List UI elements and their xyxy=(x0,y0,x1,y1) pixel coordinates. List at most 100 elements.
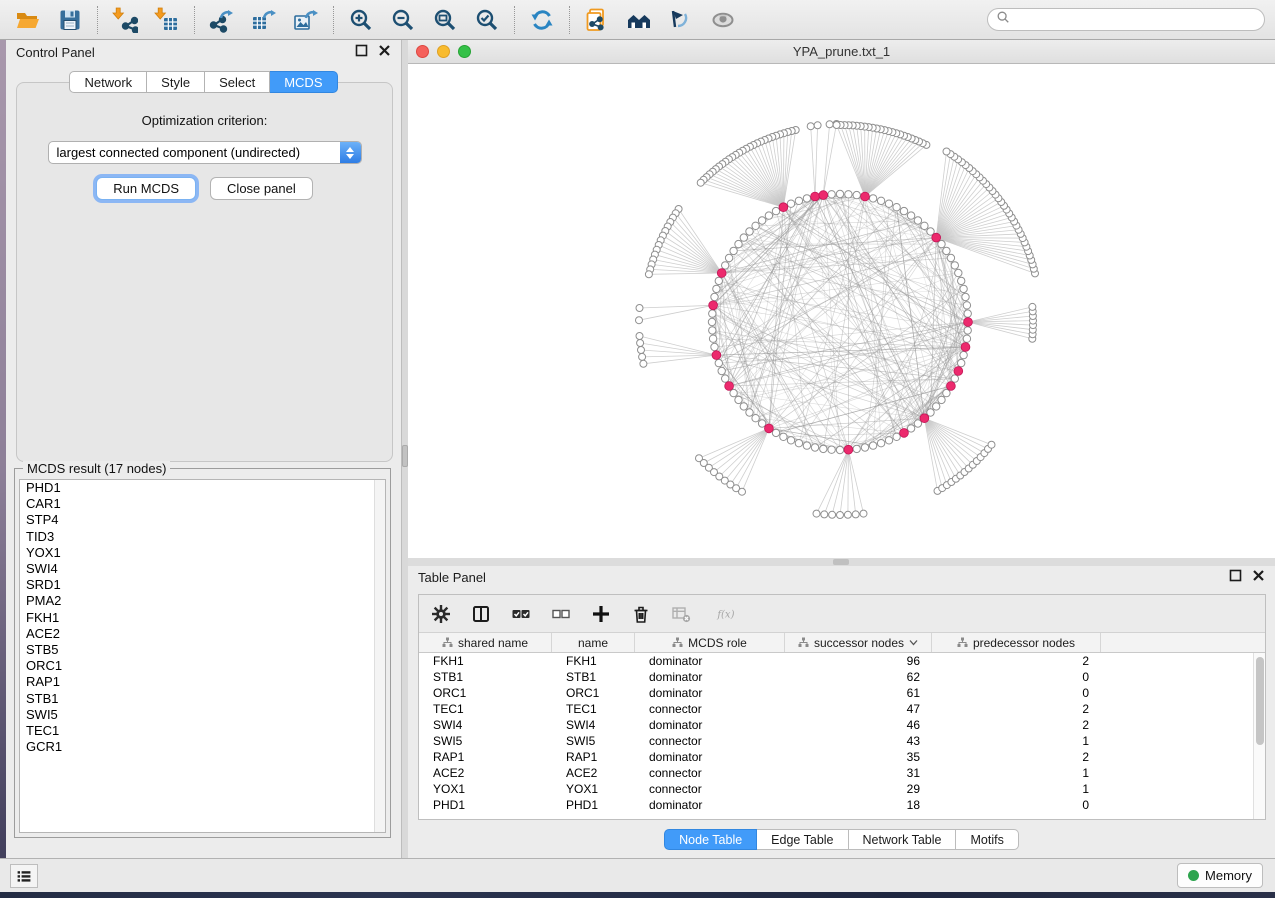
tab-network-table[interactable]: Network Table xyxy=(849,829,957,850)
export-table-icon[interactable] xyxy=(246,4,282,36)
zoom-fit-icon[interactable] xyxy=(427,4,463,36)
export-network-icon[interactable] xyxy=(204,4,240,36)
tab-node-table[interactable]: Node Table xyxy=(664,829,757,850)
cell-shared-name[interactable]: SWI4 xyxy=(419,717,552,733)
network-canvas[interactable] xyxy=(408,64,1275,558)
cell-name[interactable]: SWI4 xyxy=(552,717,635,733)
cell-MCDS-role[interactable]: connector xyxy=(635,765,785,781)
cell-MCDS-role[interactable]: connector xyxy=(635,701,785,717)
memory-button[interactable]: Memory xyxy=(1177,863,1263,888)
cell-name[interactable]: RAP1 xyxy=(552,749,635,765)
import-network-icon[interactable] xyxy=(107,4,143,36)
cell-name[interactable]: PHD1 xyxy=(552,797,635,813)
mcds-result-item[interactable]: SWI5 xyxy=(20,707,385,723)
cell-name[interactable]: SWI5 xyxy=(552,733,635,749)
cell-MCDS-role[interactable]: connector xyxy=(635,733,785,749)
mcds-result-item[interactable]: TEC1 xyxy=(20,723,385,739)
cell-successor-nodes[interactable]: 31 xyxy=(785,765,932,781)
task-history-button[interactable] xyxy=(10,864,38,888)
column-header-name[interactable]: name xyxy=(552,633,635,652)
column-header-shared-name[interactable]: shared name xyxy=(419,633,552,652)
cell-predecessor-nodes[interactable]: 2 xyxy=(932,749,1101,765)
cell-shared-name[interactable]: STB1 xyxy=(419,669,552,685)
cell-MCDS-role[interactable]: dominator xyxy=(635,669,785,685)
refresh-icon[interactable] xyxy=(524,4,560,36)
table-row[interactable]: RAP1RAP1dominator352 xyxy=(419,749,1265,765)
mcds-result-item[interactable]: PMA2 xyxy=(20,593,385,609)
float-panel-icon[interactable] xyxy=(355,44,368,60)
search-input[interactable] xyxy=(1015,13,1256,27)
search-box[interactable] xyxy=(987,8,1265,31)
table-row[interactable]: ORC1ORC1dominator610 xyxy=(419,685,1265,701)
table-scrollbar[interactable] xyxy=(1253,653,1265,819)
table-row[interactable]: TEC1TEC1connector472 xyxy=(419,701,1265,717)
mcds-result-item[interactable]: STB1 xyxy=(20,691,385,707)
criterion-select[interactable]: largest connected component (undirected) xyxy=(48,141,362,164)
cell-successor-nodes[interactable]: 18 xyxy=(785,797,932,813)
table-row[interactable]: ACE2ACE2connector311 xyxy=(419,765,1265,781)
horizontal-splitter[interactable] xyxy=(408,558,1275,566)
column-header-MCDS-role[interactable]: MCDS role xyxy=(635,633,785,652)
cell-successor-nodes[interactable]: 61 xyxy=(785,685,932,701)
mcds-result-item[interactable]: ACE2 xyxy=(20,626,385,642)
cell-MCDS-role[interactable]: dominator xyxy=(635,685,785,701)
cell-shared-name[interactable]: ORC1 xyxy=(419,685,552,701)
export-image-icon[interactable] xyxy=(288,4,324,36)
cell-shared-name[interactable]: SWI5 xyxy=(419,733,552,749)
zoom-in-icon[interactable] xyxy=(343,4,379,36)
column-header-predecessor-nodes[interactable]: predecessor nodes xyxy=(932,633,1101,652)
cell-predecessor-nodes[interactable]: 1 xyxy=(932,781,1101,797)
cell-successor-nodes[interactable]: 62 xyxy=(785,669,932,685)
cell-MCDS-role[interactable]: dominator xyxy=(635,797,785,813)
tab-style[interactable]: Style xyxy=(147,71,205,93)
cell-name[interactable]: TEC1 xyxy=(552,701,635,717)
mcds-result-item[interactable]: RAP1 xyxy=(20,674,385,690)
mcds-result-item[interactable]: SWI4 xyxy=(20,561,385,577)
mcds-result-item[interactable]: TID3 xyxy=(20,529,385,545)
tab-mcds[interactable]: MCDS xyxy=(270,71,337,93)
mcds-result-item[interactable]: STB5 xyxy=(20,642,385,658)
tab-edge-table[interactable]: Edge Table xyxy=(757,829,848,850)
horizontal-splitter-grip[interactable] xyxy=(833,559,849,565)
mcds-result-item[interactable]: PHD1 xyxy=(20,480,385,496)
column-header-successor-nodes[interactable]: successor nodes xyxy=(785,633,932,652)
cell-successor-nodes[interactable]: 29 xyxy=(785,781,932,797)
cell-predecessor-nodes[interactable]: 1 xyxy=(932,733,1101,749)
cell-shared-name[interactable]: RAP1 xyxy=(419,749,552,765)
close-panel-button[interactable]: Close panel xyxy=(210,177,313,200)
deselect-all-icon[interactable] xyxy=(549,602,573,626)
close-panel-icon[interactable] xyxy=(378,44,391,60)
tab-select[interactable]: Select xyxy=(205,71,270,93)
cell-shared-name[interactable]: TEC1 xyxy=(419,701,552,717)
mcds-result-item[interactable]: GCR1 xyxy=(20,739,385,755)
cell-MCDS-role[interactable]: connector xyxy=(635,781,785,797)
cell-shared-name[interactable]: YOX1 xyxy=(419,781,552,797)
open-folder-icon[interactable] xyxy=(10,4,46,36)
cell-shared-name[interactable]: ACE2 xyxy=(419,765,552,781)
tab-motifs[interactable]: Motifs xyxy=(956,829,1018,850)
save-icon[interactable] xyxy=(52,4,88,36)
cell-predecessor-nodes[interactable]: 0 xyxy=(932,685,1101,701)
zoom-selected-icon[interactable] xyxy=(469,4,505,36)
zoom-out-icon[interactable] xyxy=(385,4,421,36)
table-scrollbar-thumb[interactable] xyxy=(1256,657,1264,745)
cell-name[interactable]: STB1 xyxy=(552,669,635,685)
table-row[interactable]: SWI5SWI5connector431 xyxy=(419,733,1265,749)
cell-name[interactable]: ORC1 xyxy=(552,685,635,701)
cell-name[interactable]: FKH1 xyxy=(552,653,635,669)
table-row[interactable]: PHD1PHD1dominator180 xyxy=(419,797,1265,813)
cell-successor-nodes[interactable]: 47 xyxy=(785,701,932,717)
add-row-icon[interactable] xyxy=(589,602,613,626)
close-table-panel-icon[interactable] xyxy=(1252,569,1265,585)
hide-annotations-icon[interactable] xyxy=(663,4,699,36)
mcds-result-item[interactable]: YOX1 xyxy=(20,545,385,561)
cell-predecessor-nodes[interactable]: 2 xyxy=(932,653,1101,669)
table-row[interactable]: YOX1YOX1connector291 xyxy=(419,781,1265,797)
cell-MCDS-role[interactable]: dominator xyxy=(635,717,785,733)
home-pair-icon[interactable] xyxy=(621,4,657,36)
cell-name[interactable]: ACE2 xyxy=(552,765,635,781)
delete-row-icon[interactable] xyxy=(629,602,653,626)
cell-name[interactable]: YOX1 xyxy=(552,781,635,797)
mcds-result-item[interactable]: ORC1 xyxy=(20,658,385,674)
gear-icon[interactable] xyxy=(429,602,453,626)
